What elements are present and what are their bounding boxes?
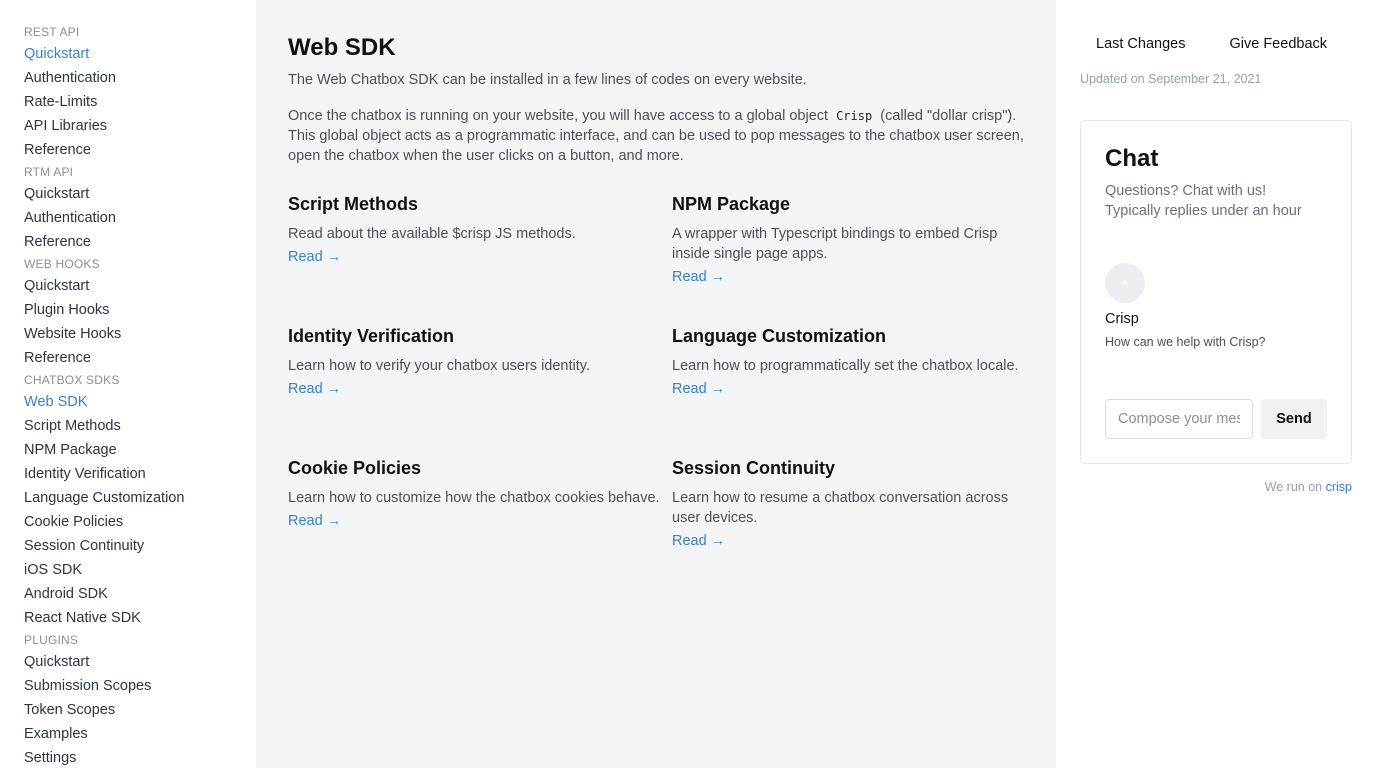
- main-content: Web SDK The Web Chatbox SDK can be insta…: [256, 0, 1056, 768]
- sidebar-section-rest-api: REST API Quickstart Authentication Rate-…: [24, 24, 256, 164]
- sidebar-item-submission-scopes[interactable]: Submission Scopes: [24, 676, 256, 700]
- card-session-continuity: Session Continuity Learn how to resume a…: [672, 456, 1024, 588]
- sidebar-item-session-continuity[interactable]: Session Continuity: [24, 536, 256, 560]
- chat-subtitle: Questions? Chat with us! Typically repli…: [1105, 181, 1327, 221]
- card-description: Learn how to customize how the chatbox c…: [288, 490, 660, 506]
- sidebar-item-quickstart[interactable]: Quickstart: [24, 652, 256, 676]
- intro-text: The Web Chatbox SDK can be installed in …: [288, 72, 807, 88]
- sidebar-item-settings[interactable]: Settings: [24, 748, 256, 768]
- read-link[interactable]: Read →: [288, 511, 341, 531]
- page-title: Web SDK: [288, 34, 396, 61]
- sidebar-item-cookie-policies[interactable]: Cookie Policies: [24, 512, 256, 536]
- guide-card-grid: Script Methods Read about the available …: [288, 192, 1024, 588]
- sidebar-item-npm-package[interactable]: NPM Package: [24, 440, 256, 464]
- card-npm-package: NPM Package A wrapper with Typescript bi…: [672, 192, 1024, 324]
- sidebar-item-web-sdk[interactable]: Web SDK: [24, 392, 256, 416]
- sidebar-item-token-scopes[interactable]: Token Scopes: [24, 700, 256, 724]
- read-link[interactable]: Read →: [672, 267, 725, 287]
- inline-code: Crisp: [836, 109, 873, 123]
- avatar-dot: [1123, 281, 1127, 285]
- global-object-paragraph: Once the chatbox is running on your webs…: [288, 106, 1024, 166]
- card-title: Session Continuity: [672, 458, 836, 478]
- read-link[interactable]: Read →: [288, 247, 341, 267]
- card-title: Language Customization: [672, 326, 887, 346]
- chat-title: Chat: [1105, 145, 1159, 172]
- sidebar-section-plugins: PLUGINS Quickstart Submission Scopes Tok…: [24, 632, 256, 768]
- powered-by: We run on crisp: [1265, 480, 1352, 494]
- sidebar-heading: RTM API: [24, 165, 74, 179]
- sidebar-item-language-customization[interactable]: Language Customization: [24, 488, 256, 512]
- sidebar-item-website-hooks[interactable]: Website Hooks: [24, 324, 256, 348]
- card-description: Learn how to resume a chatbox conversati…: [672, 490, 1009, 526]
- sidebar-heading: CHATBOX SDKS: [24, 373, 120, 387]
- chat-subtitle-line: Typically replies under an hour: [1105, 203, 1302, 219]
- sidebar-item-ios-sdk[interactable]: iOS SDK: [24, 560, 256, 584]
- card-identity-verification: Identity Verification Learn how to verif…: [288, 324, 672, 456]
- sidebar-item-android-sdk[interactable]: Android SDK: [24, 584, 256, 608]
- read-link[interactable]: Read →: [672, 531, 725, 551]
- sidebar-item-api-libraries[interactable]: API Libraries: [24, 116, 256, 140]
- sidebar-item-quickstart[interactable]: Quickstart: [24, 184, 256, 208]
- sidebar-heading: PLUGINS: [24, 633, 79, 647]
- right-panel: Last Changes Give Feedback Updated on Se…: [1056, 0, 1376, 768]
- sidebar-item-plugin-hooks[interactable]: Plugin Hooks: [24, 300, 256, 324]
- sidebar-section-rtm-api: RTM API Quickstart Authentication Refere…: [24, 164, 256, 256]
- card-cookie-policies: Cookie Policies Learn how to customize h…: [288, 456, 672, 588]
- sidebar-item-react-native-sdk[interactable]: React Native SDK: [24, 608, 256, 632]
- chat-subtitle-line: Questions? Chat with us!: [1105, 183, 1267, 199]
- sidebar-item-authentication[interactable]: Authentication: [24, 208, 256, 232]
- sidebar-section-web-hooks: WEB HOOKS Quickstart Plugin Hooks Websit…: [24, 256, 256, 372]
- sidebar-item-reference[interactable]: Reference: [24, 232, 256, 256]
- chat-widget: Chat Questions? Chat with us! Typically …: [1080, 120, 1352, 464]
- sidebar-item-script-methods[interactable]: Script Methods: [24, 416, 256, 440]
- top-links: Last Changes Give Feedback: [1096, 34, 1327, 54]
- agent-message: How can we help with Crisp?: [1105, 335, 1266, 349]
- compose-message-input[interactable]: [1105, 399, 1253, 439]
- card-script-methods: Script Methods Read about the available …: [288, 192, 672, 324]
- card-description: Learn how to programmatically set the ch…: [672, 358, 1019, 374]
- give-feedback-link[interactable]: Give Feedback: [1229, 34, 1327, 54]
- card-language-customization: Language Customization Learn how to prog…: [672, 324, 1024, 456]
- sidebar-item-reference[interactable]: Reference: [24, 140, 256, 164]
- sidebar-item-authentication[interactable]: Authentication: [24, 68, 256, 92]
- sidebar-item-reference[interactable]: Reference: [24, 348, 256, 372]
- sidebar-item-quickstart[interactable]: Quickstart: [24, 276, 256, 300]
- card-description: A wrapper with Typescript bindings to em…: [672, 226, 998, 262]
- avatar: [1105, 263, 1145, 303]
- card-title: Identity Verification: [288, 326, 455, 346]
- sidebar: REST API Quickstart Authentication Rate-…: [0, 0, 256, 768]
- agent-name: Crisp: [1105, 311, 1139, 327]
- sidebar-heading: REST API: [24, 25, 80, 39]
- last-changes-link[interactable]: Last Changes: [1096, 34, 1185, 54]
- sidebar-section-chatbox-sdks: CHATBOX SDKS Web SDK Script Methods NPM …: [24, 372, 256, 632]
- card-title: Script Methods: [288, 194, 419, 214]
- sidebar-item-quickstart[interactable]: Quickstart: [24, 44, 256, 68]
- card-description: Learn how to verify your chatbox users i…: [288, 358, 590, 374]
- card-title: Cookie Policies: [288, 458, 422, 478]
- card-description: Read about the available $crisp JS metho…: [288, 226, 576, 242]
- paragraph-text-before: Once the chatbox is running on your webs…: [288, 108, 829, 124]
- read-link[interactable]: Read →: [672, 379, 725, 399]
- sidebar-heading: WEB HOOKS: [24, 257, 100, 271]
- send-button[interactable]: Send: [1261, 399, 1327, 439]
- powered-by-text: We run on: [1264, 480, 1323, 494]
- card-title: NPM Package: [672, 194, 791, 214]
- sidebar-item-rate-limits[interactable]: Rate-Limits: [24, 92, 256, 116]
- crisp-link[interactable]: crisp: [1326, 480, 1352, 494]
- read-link[interactable]: Read →: [288, 379, 341, 399]
- sidebar-item-examples[interactable]: Examples: [24, 724, 256, 748]
- sidebar-item-identity-verification[interactable]: Identity Verification: [24, 464, 256, 488]
- updated-date: Updated on September 21, 2021: [1080, 72, 1262, 86]
